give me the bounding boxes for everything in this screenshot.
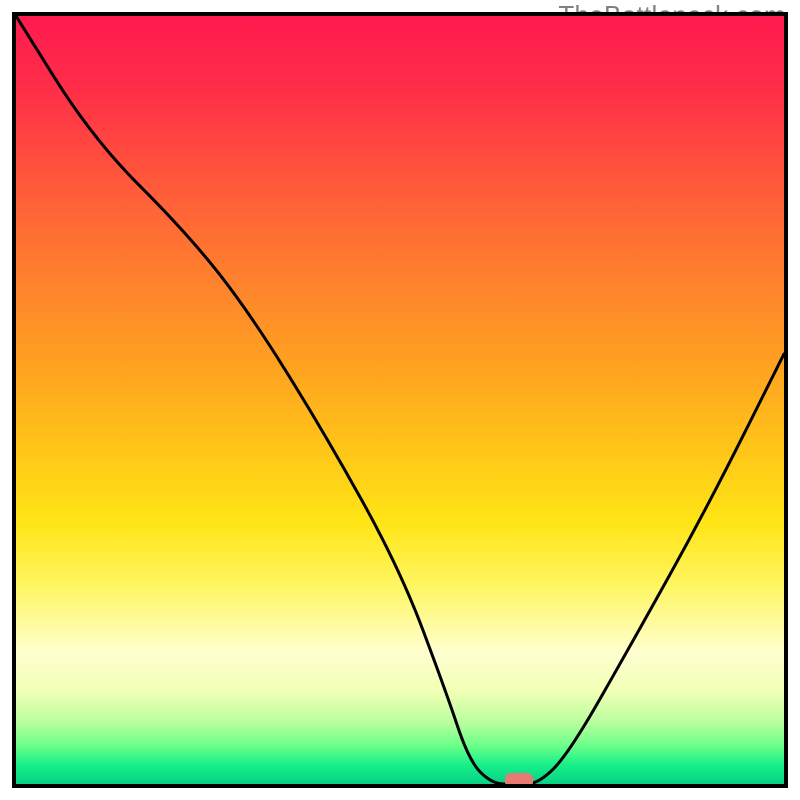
chart-container: TheBottleneck.com — [0, 0, 800, 800]
curve-svg — [16, 16, 784, 784]
plot-area — [12, 12, 788, 788]
bottleneck-curve — [16, 16, 784, 784]
optimum-marker — [505, 773, 533, 784]
